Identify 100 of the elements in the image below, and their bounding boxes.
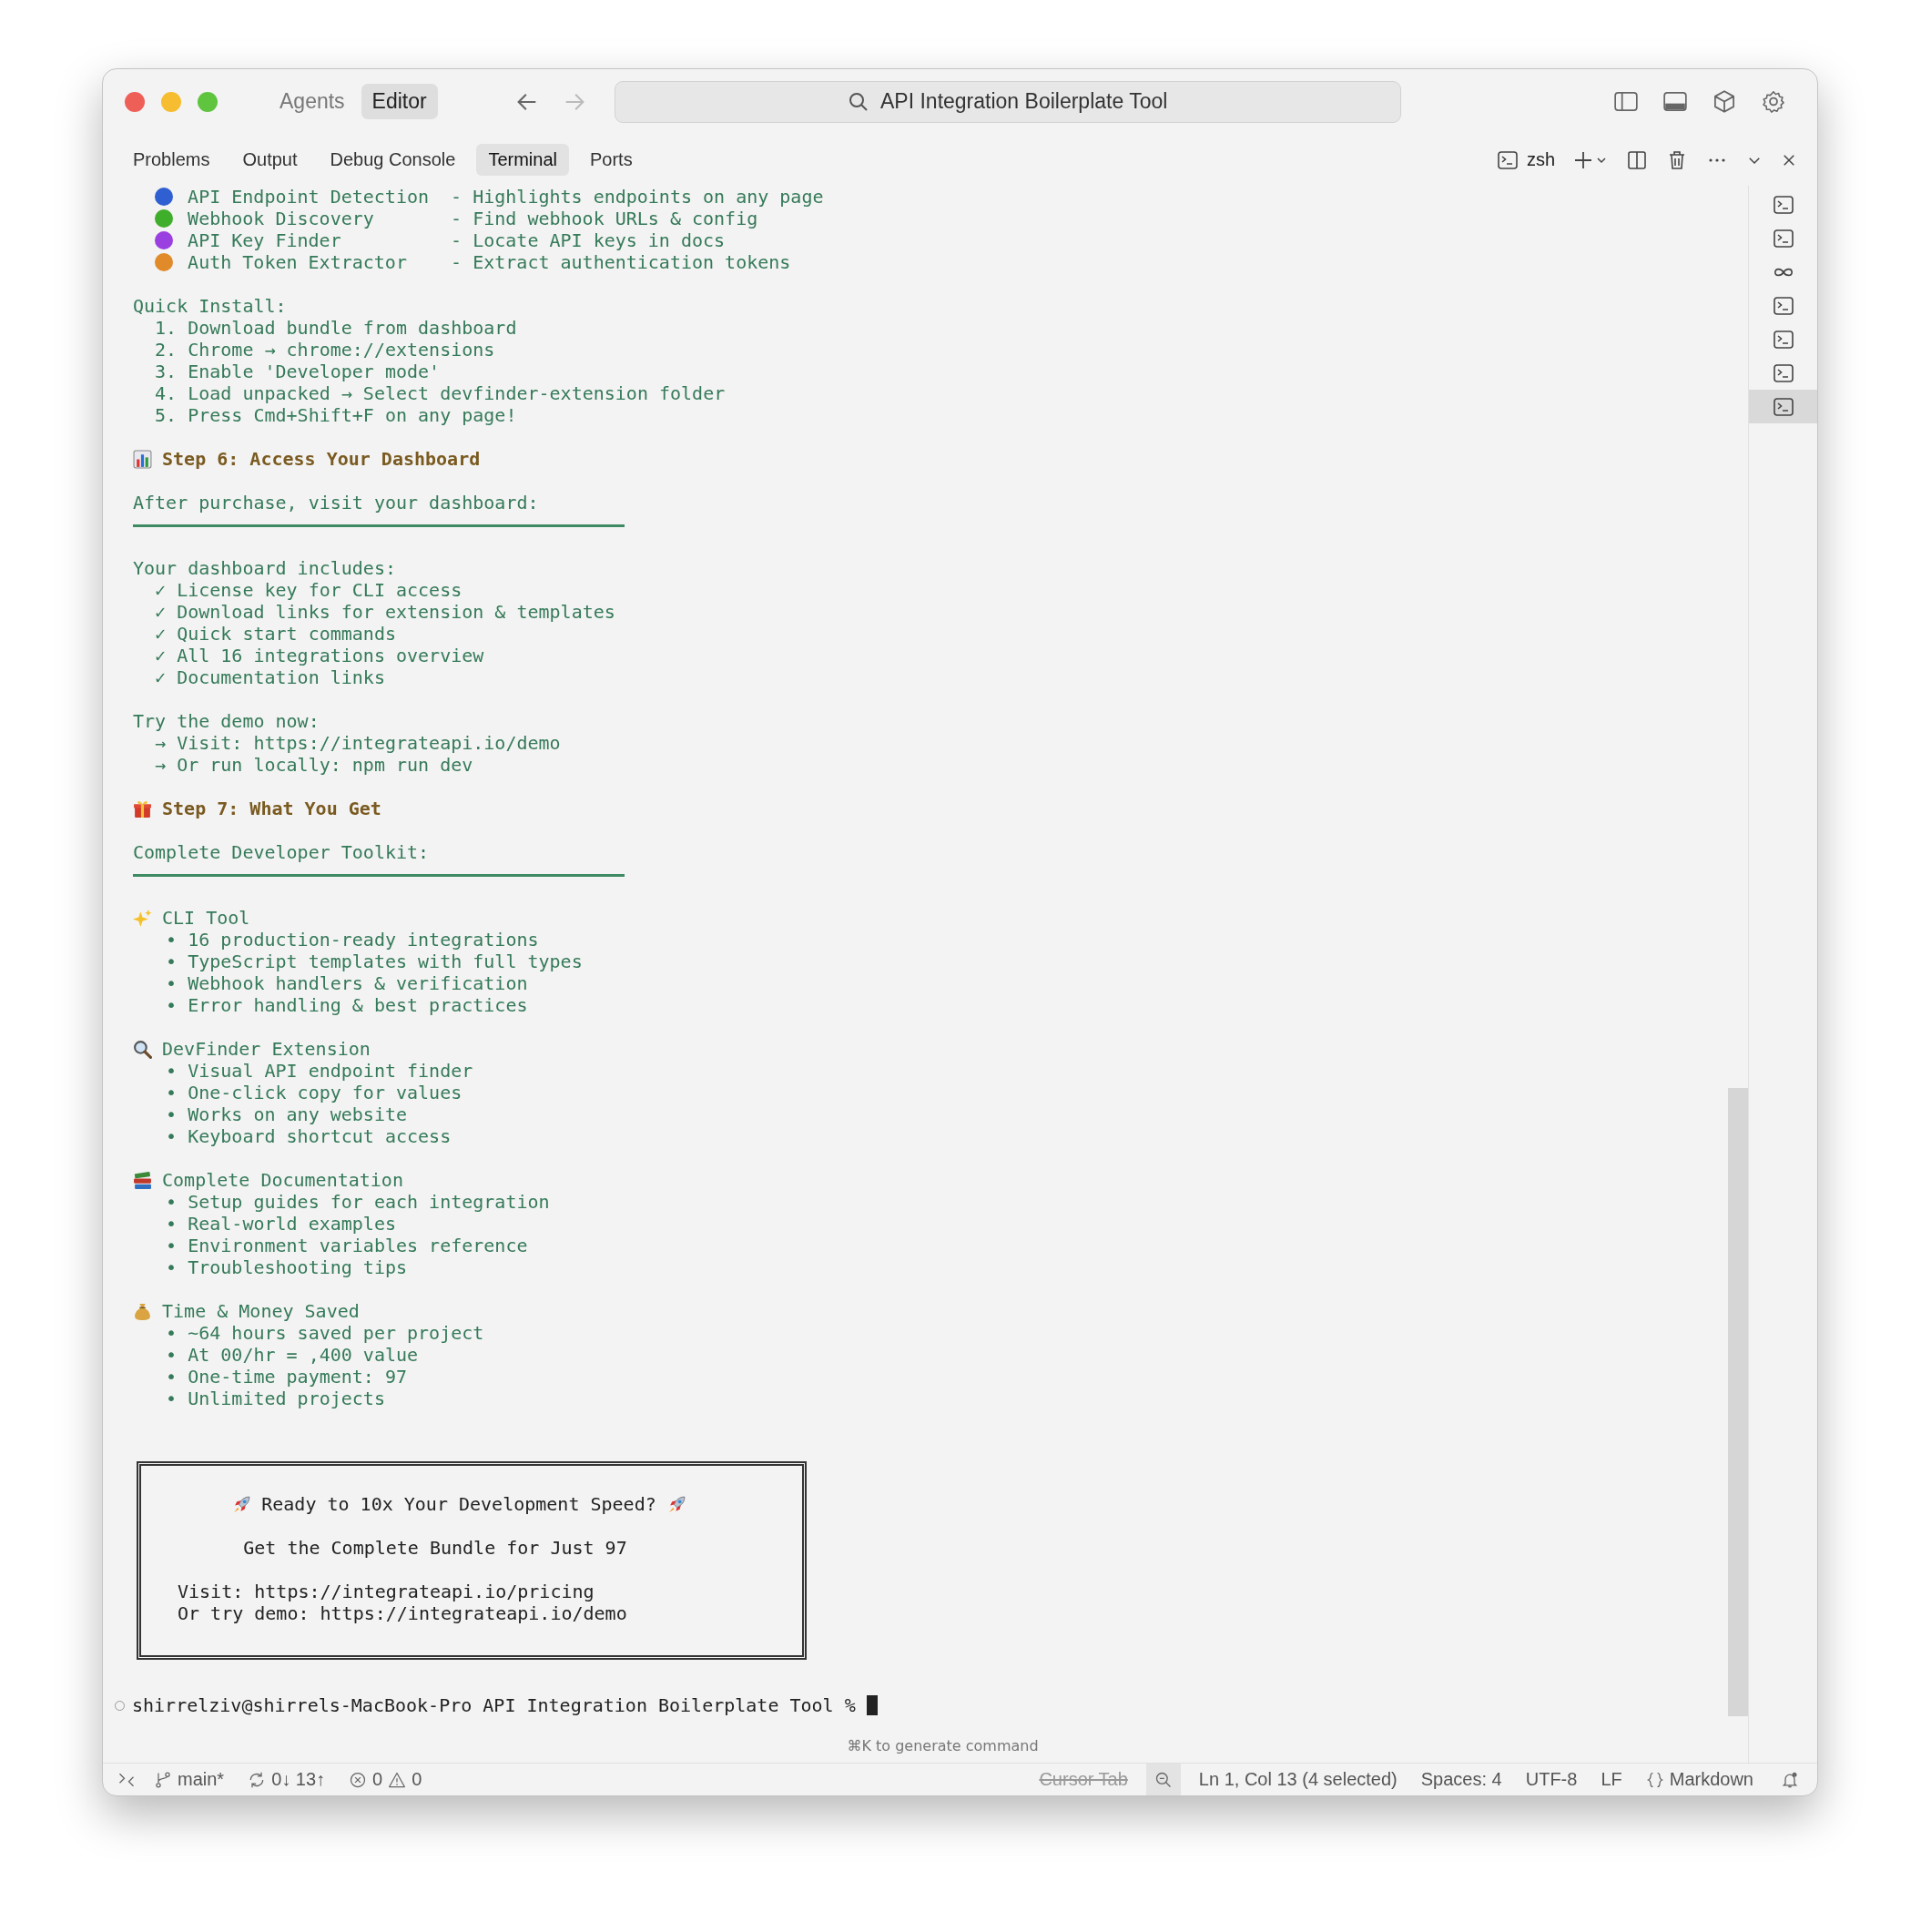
error-icon (349, 1770, 368, 1789)
promo-headline: Ready to 10x Your Development Speed? (261, 1493, 656, 1515)
terminal-text: → Visit: https://integrateapi.io/demo (154, 732, 561, 754)
command-center-search[interactable]: API Integration Boilerplate Tool (614, 80, 1401, 123)
terminal-text: • Real-world examples (165, 1213, 396, 1235)
terminal-icon (1773, 195, 1794, 214)
feature-description: - Find webhook URLs & config (451, 208, 758, 229)
terminal-text: Quick Install: (133, 295, 287, 317)
feature-name: API Key Finder (188, 229, 342, 251)
language-mode[interactable]: Markdown (1640, 1769, 1759, 1790)
feature-description: - Locate API keys in docs (451, 229, 726, 251)
terminal-text: • 16 production-ready integrations (165, 929, 539, 951)
terminal-text: • Setup guides for each integration (165, 1191, 550, 1213)
command-hint: ⌘K to generate command (846, 1736, 1040, 1756)
terminal-text: 1. Download bundle from dashboard (154, 317, 517, 339)
feature-name: API Endpoint Detection (188, 186, 430, 208)
terminal-text: 4. Load unpacked → Select devfinder-extension folder (154, 382, 726, 404)
terminal-text: • ~64 hours saved per project (165, 1322, 484, 1344)
gift-icon (133, 798, 152, 819)
sidebar-toggle-icon[interactable] (1613, 89, 1639, 114)
sync-indicator[interactable]: 0↓ 13↑ (242, 1769, 331, 1790)
rocket-icon (666, 1494, 686, 1514)
indentation-setting[interactable]: Spaces: 4 (1415, 1769, 1508, 1790)
mode-tab[interactable]: Editor (361, 84, 438, 119)
magnifier-icon (133, 1039, 152, 1059)
terminal-text: • TypeScript templates with full types (165, 951, 583, 972)
sparkles-icon (133, 908, 152, 928)
notification-bell-icon[interactable] (1781, 1770, 1799, 1789)
feature-description: - Highlights endpoints on any page (451, 186, 824, 208)
terminal-text: • One-click copy for values (165, 1082, 462, 1103)
shell-prompt: shirrelziv@shirrels-MacBook-Pro API Integration Boilerplate Tool % (132, 1694, 856, 1716)
panel-tab[interactable]: Problems (121, 144, 222, 176)
warning-icon (388, 1770, 407, 1789)
section-title: Time & Money Saved (162, 1300, 360, 1322)
money-bag-icon (133, 1301, 152, 1321)
terminal-icon (1497, 150, 1518, 169)
terminal-text: → Or run locally: npm run dev (154, 754, 473, 776)
search-icon (848, 90, 869, 113)
terminal-text: • At 00/hr = ,400 value (165, 1344, 419, 1366)
feature-name: Webhook Discovery (188, 208, 375, 229)
terminal-text: • Works on any website (165, 1103, 408, 1125)
feature-name: Auth Token Extractor (188, 251, 408, 273)
feature-description: - Extract authentication tokens (451, 251, 791, 273)
terminal-icon (1773, 229, 1794, 248)
terminal-text: 3. Enable 'Developer mode' (154, 361, 441, 382)
window-title: API Integration Boilerplate Tool (880, 89, 1168, 114)
panel-tab[interactable]: Output (230, 144, 310, 176)
shell-selector[interactable]: zsh (1497, 149, 1555, 170)
cursor-position[interactable]: Ln 1, Col 13 (4 selected) (1193, 1769, 1403, 1790)
terminal-text: 5. Press Cmd+Shift+F on any page! (154, 404, 517, 426)
panel-tab[interactable]: Debug Console (318, 144, 468, 176)
terminal-text: 2. Chrome → chrome://extensions (154, 339, 495, 361)
split-icon[interactable] (1626, 148, 1648, 171)
rocket-icon (232, 1494, 252, 1514)
terminal-text: Complete Developer Toolkit: (133, 841, 430, 863)
mode-tab[interactable]: Agents (269, 84, 356, 119)
close-window-button[interactable] (125, 91, 145, 112)
warning-count: 0 (412, 1769, 422, 1790)
terminal-text: ✓ License key for CLI access (154, 579, 462, 601)
branch-icon (154, 1770, 172, 1789)
terminal-text: • Webhook handlers & verification (165, 972, 528, 994)
terminal-text: • Unlimited projects (165, 1388, 385, 1409)
section-title: CLI Tool (162, 907, 250, 929)
terminal-icon (1773, 363, 1794, 382)
promo-offer: Get the Complete Bundle for Just 97 (243, 1537, 627, 1559)
terminal-icon (1773, 397, 1794, 416)
terminal-text: • Visual API endpoint finder (165, 1060, 473, 1082)
bar-chart-icon (133, 449, 152, 469)
encoding-setting[interactable]: UTF-8 (1520, 1769, 1583, 1790)
terminal-text: ✓ Download links for extension & templates (154, 601, 615, 623)
settings-icon[interactable] (1761, 89, 1786, 114)
terminal-text: • Environment variables reference (165, 1235, 528, 1256)
terminal-text: Your dashboard includes: (133, 557, 396, 579)
text-cursor (866, 1695, 878, 1715)
promo-link: Visit: https://integrateapi.io/pricing (178, 1581, 595, 1602)
error-count: 0 (372, 1769, 383, 1790)
zoom-out-icon (1154, 1770, 1173, 1789)
terminal-text: ✓ All 16 integrations overview (154, 645, 484, 666)
problems-indicator[interactable]: 0 0 (343, 1769, 428, 1790)
terminal-tab[interactable] (1749, 390, 1817, 423)
terminal-icon (1773, 296, 1794, 315)
zoom-out-button[interactable] (1145, 1764, 1181, 1795)
section-title: DevFinder Extension (162, 1038, 371, 1060)
cube-icon[interactable] (1712, 89, 1737, 114)
terminal-text: After purchase, visit your dashboard: (133, 492, 539, 514)
section-title: Complete Documentation (162, 1169, 403, 1191)
books-icon (133, 1170, 152, 1190)
panel-toggle-icon[interactable] (1662, 89, 1688, 114)
panel-tab[interactable]: Ports (578, 144, 645, 176)
panel-tab[interactable]: Terminal (476, 144, 569, 176)
branch-indicator[interactable]: main* (148, 1769, 230, 1790)
terminal-text: ✓ Documentation links (154, 666, 385, 688)
terminal-text: Try the demo now: (133, 710, 320, 732)
terminal-text: • One-time payment: 97 (165, 1366, 408, 1388)
line-ending-setting[interactable]: LF (1595, 1769, 1628, 1790)
terminal-icon (1773, 330, 1794, 349)
step-heading: Step 7: What You Get (162, 798, 381, 819)
terminal-text: ✓ Quick start commands (154, 623, 396, 645)
terminal-text: • Troubleshooting tips (165, 1256, 408, 1278)
scrollbar-thumb[interactable] (1728, 1088, 1748, 1716)
